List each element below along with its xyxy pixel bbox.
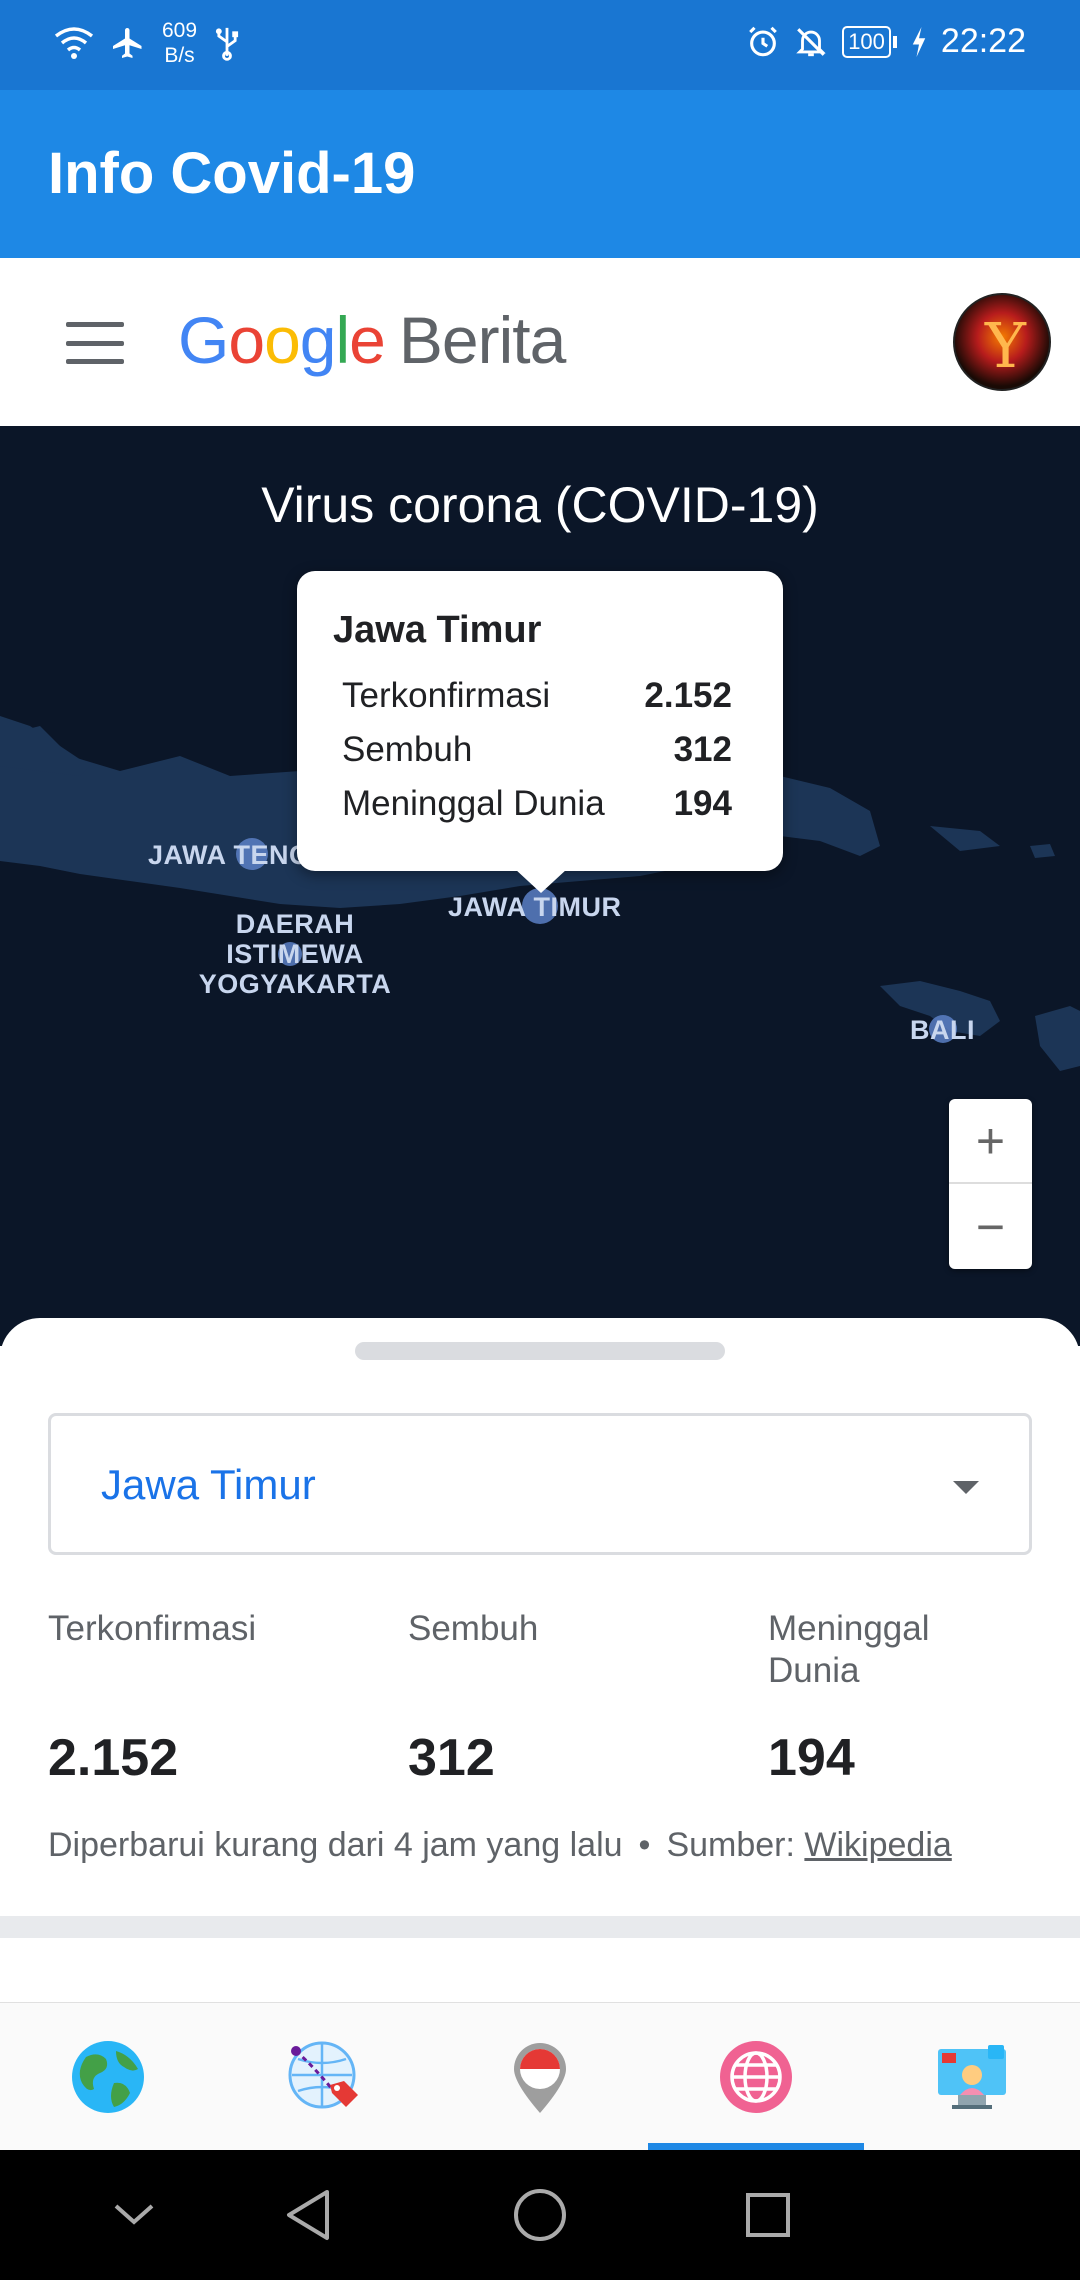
stats-sheet: Jawa Timur Terkonfirmasi 2.152 Sembuh 31…: [0, 1318, 1080, 1918]
map-label-diy-line3: YOGYAKARTA: [198, 969, 392, 999]
google-news-logo[interactable]: Google Berita: [178, 302, 566, 378]
stat-label: Terkonfirmasi: [48, 1609, 257, 1648]
avatar[interactable]: [953, 293, 1051, 391]
stat-value: 312: [408, 1729, 495, 1787]
network-speed-value: 609: [162, 19, 198, 42]
map-label-bali: BALI: [910, 1015, 975, 1045]
charging-icon: [912, 26, 926, 57]
route-tag-icon: [288, 2041, 358, 2108]
wikipedia-link[interactable]: Wikipedia: [804, 1826, 951, 1864]
app-bar: Info Covid-19: [0, 90, 1080, 258]
recents-icon[interactable]: [738, 2185, 798, 2245]
airplane-icon: [113, 28, 142, 58]
tooltip-value: 312: [673, 730, 732, 769]
map-label-jawa-timur: JAWA TIMUR: [448, 892, 622, 922]
home-icon[interactable]: [510, 2185, 570, 2245]
zoom-out-button[interactable]: −: [949, 1184, 1032, 1269]
update-time-text: Diperbarui kurang dari 4 jam yang lalu: [48, 1826, 623, 1864]
clock: 22:22: [940, 22, 1026, 60]
globe-icon: [72, 2040, 144, 2113]
status-bar: 609 B/s 100 22:22: [0, 0, 1080, 90]
system-nav-bar: [0, 2150, 1080, 2280]
next-section: [0, 1938, 1080, 2002]
tooltip-row-confirmed: Terkonfirmasi 2.152: [342, 676, 732, 716]
tooltip-title: Jawa Timur: [333, 609, 542, 651]
stat-recovered: Sembuh 312: [408, 1608, 708, 1787]
battery-level: 100: [842, 25, 891, 58]
zoom-in-button[interactable]: +: [949, 1099, 1032, 1184]
mute-icon: [796, 27, 826, 56]
stat-value: 194: [768, 1729, 855, 1787]
tab-globe[interactable]: [0, 2003, 216, 2150]
collapse-icon[interactable]: [104, 2185, 164, 2245]
map-label-diy-line2: ISTIMEWA: [226, 939, 364, 969]
tooltip-label: Terkonfirmasi: [342, 676, 551, 715]
battery-icon: 100: [842, 25, 897, 58]
stat-value: 2.152: [48, 1729, 179, 1787]
usb-icon: [215, 27, 239, 61]
region-dropdown-value: Jawa Timur: [101, 1461, 316, 1508]
map-label-diy-line1: DAERAH: [235, 909, 355, 939]
tooltip-label: Sembuh: [342, 730, 473, 769]
world-grid-icon: [720, 2040, 792, 2113]
covid-map[interactable]: Virus corona (COVID-19) JAWA TENGAH DAER…: [0, 426, 1080, 1346]
network-speed: 609 B/s: [162, 18, 197, 68]
tooltip-value: 2.152: [644, 676, 732, 715]
tooltip-row-deaths: Meninggal Dunia 194: [342, 784, 732, 824]
tab-news[interactable]: [864, 2003, 1080, 2150]
sheet-drag-handle[interactable]: [355, 1342, 725, 1360]
tooltip-row-recovered: Sembuh 312: [342, 730, 732, 770]
zoom-controls: + −: [949, 1099, 1032, 1269]
stat-label: Sembuh: [408, 1609, 539, 1648]
update-footnote: Diperbarui kurang dari 4 jam yang lalu • S…: [48, 1826, 952, 1865]
stat-deaths: Meninggal Dunia 194: [768, 1608, 968, 1787]
menu-icon[interactable]: [66, 322, 124, 364]
google-news-header: Google Berita: [0, 258, 1080, 426]
section-divider: [0, 1916, 1080, 1938]
indonesia-pin-icon: [514, 2042, 566, 2113]
map-label-diy: DAERAH ISTIMEWA YOGYAKARTA: [195, 909, 395, 999]
app-title: Info Covid-19: [48, 141, 416, 206]
wifi-icon: [54, 27, 94, 59]
map-title: Virus corona (COVID-19): [261, 477, 819, 533]
network-speed-unit: B/s: [164, 44, 195, 67]
region-tooltip: Jawa Timur Terkonfirmasi 2.152 Sembuh 31…: [297, 571, 783, 893]
separator-dot: •: [638, 1826, 651, 1864]
news-presenter-icon: [938, 2044, 1006, 2109]
dropdown-arrow-icon: [953, 1481, 979, 1494]
tooltip-value: 194: [673, 784, 732, 823]
region-dropdown[interactable]: Jawa Timur: [48, 1413, 1032, 1555]
stat-confirmed: Terkonfirmasi 2.152: [48, 1608, 348, 1787]
tab-route[interactable]: [216, 2003, 432, 2150]
tab-world[interactable]: [648, 2003, 864, 2150]
alarm-icon: [749, 26, 778, 56]
bottom-tab-bar: [0, 2002, 1080, 2150]
back-icon[interactable]: [278, 2185, 338, 2245]
source-prefix: Sumber:: [666, 1826, 795, 1864]
stat-label: Meninggal Dunia: [768, 1609, 930, 1690]
tab-indonesia[interactable]: [432, 2003, 648, 2150]
logo-suffix: Berita: [398, 303, 566, 377]
tooltip-label: Meninggal Dunia: [342, 784, 605, 823]
